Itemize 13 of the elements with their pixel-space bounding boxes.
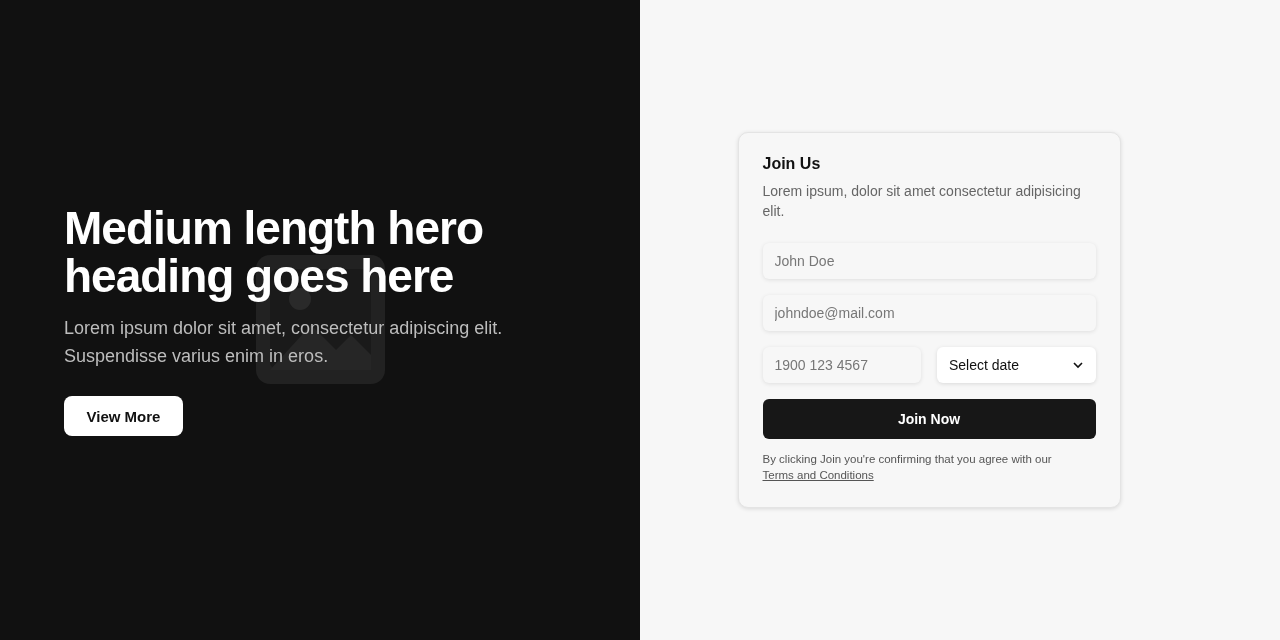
- join-now-button[interactable]: Join Now: [762, 399, 1096, 439]
- input-field[interactable]: johndoe@mail.com: [762, 295, 1096, 331]
- hero-heading: Medium length hero heading goes here: [64, 204, 484, 300]
- date-select[interactable]: Select date: [937, 347, 1096, 383]
- view-more-button[interactable]: View More: [64, 396, 183, 436]
- input-field[interactable]: John Doe: [762, 243, 1096, 279]
- legal-text: By clicking Join you're confirming that you agree with our Terms and Conditions: [762, 452, 1053, 483]
- form-title: Join Us: [762, 155, 822, 173]
- chevron-down-icon: [1071, 361, 1084, 369]
- terms-link[interactable]: Terms and Conditions: [762, 469, 874, 481]
- form-subtitle: Lorem ipsum, dolor sit amet consectetur adipisicing elit.: [762, 182, 1082, 221]
- input-field[interactable]: 1900 123 4567: [762, 347, 921, 383]
- hero-text: Lorem ipsum dolor sit amet, consectetur adipiscing elit. Suspendisse varius enim in eros.: [64, 317, 504, 368]
